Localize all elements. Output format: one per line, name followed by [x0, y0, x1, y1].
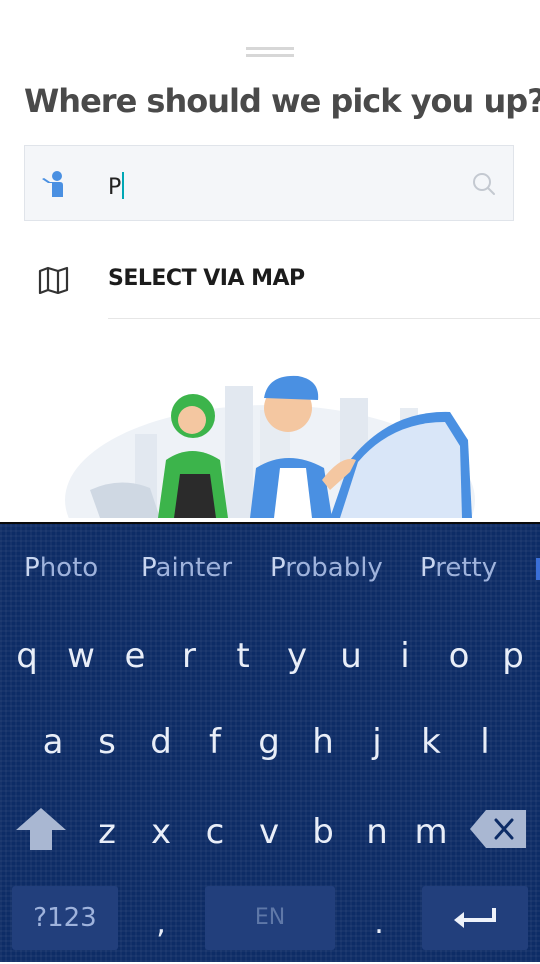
key-w[interactable]: w [54, 616, 108, 696]
suggestion-item[interactable]: Probably [270, 553, 383, 583]
key-y[interactable]: y [270, 616, 324, 696]
shift-arrow-icon[interactable] [14, 806, 68, 852]
enter-icon [454, 908, 496, 928]
search-icon[interactable] [472, 172, 496, 196]
divider [108, 318, 540, 319]
key-b[interactable]: b [296, 792, 350, 872]
key-o[interactable]: o [432, 616, 486, 696]
sheet-drag-handle[interactable] [246, 47, 294, 57]
select-via-map-option[interactable]: SELECT VIA MAP [24, 252, 540, 320]
key-x[interactable]: x [134, 792, 188, 872]
suggestion-item[interactable]: Painter [141, 553, 232, 583]
key-e[interactable]: e [108, 616, 162, 696]
key-comma[interactable]: , [134, 884, 188, 954]
keyboard-suggestion-bar: Photo Painter Probably Pretty [0, 524, 540, 610]
key-u[interactable]: u [324, 616, 378, 696]
key-q[interactable]: q [0, 616, 54, 696]
key-l[interactable]: l [458, 702, 512, 782]
suggestion-item[interactable]: Photo [24, 553, 98, 583]
key-j[interactable]: j [350, 702, 404, 782]
space-key[interactable]: EN [205, 886, 335, 950]
key-c[interactable]: c [188, 792, 242, 872]
key-a[interactable]: a [26, 702, 80, 782]
key-k[interactable]: k [404, 702, 458, 782]
key-t[interactable]: t [216, 616, 270, 696]
key-v[interactable]: v [242, 792, 296, 872]
key-d[interactable]: d [134, 702, 188, 782]
enter-key[interactable] [422, 886, 528, 950]
pickup-person-pin-icon [42, 171, 63, 197]
suggestion-overflow-indicator [536, 558, 540, 580]
key-n[interactable]: n [350, 792, 404, 872]
key-m[interactable]: m [404, 792, 458, 872]
folded-map-icon [38, 266, 69, 294]
key-z[interactable]: z [80, 792, 134, 872]
key-i[interactable]: i [378, 616, 432, 696]
search-input-text[interactable]: P [108, 172, 125, 200]
backspace-icon[interactable] [468, 808, 528, 850]
select-via-map-label: SELECT VIA MAP [108, 266, 305, 291]
suggestion-item[interactable]: Pretty [420, 553, 497, 583]
key-period[interactable]: . [352, 884, 406, 954]
key-r[interactable]: r [162, 616, 216, 696]
key-h[interactable]: h [296, 702, 350, 782]
key-p[interactable]: p [486, 616, 540, 696]
onscreen-keyboard: Photo Painter Probably Pretty q w e r t … [0, 522, 540, 962]
driver-and-passenger-illustration [65, 375, 475, 518]
key-g[interactable]: g [242, 702, 296, 782]
key-s[interactable]: s [80, 702, 134, 782]
key-f[interactable]: f [188, 702, 242, 782]
pickup-search-input[interactable]: P [24, 145, 514, 221]
text-caret [122, 172, 125, 199]
symbols-key[interactable]: ?123 [12, 886, 118, 950]
page-title: Where should we pick you up? [24, 82, 540, 120]
